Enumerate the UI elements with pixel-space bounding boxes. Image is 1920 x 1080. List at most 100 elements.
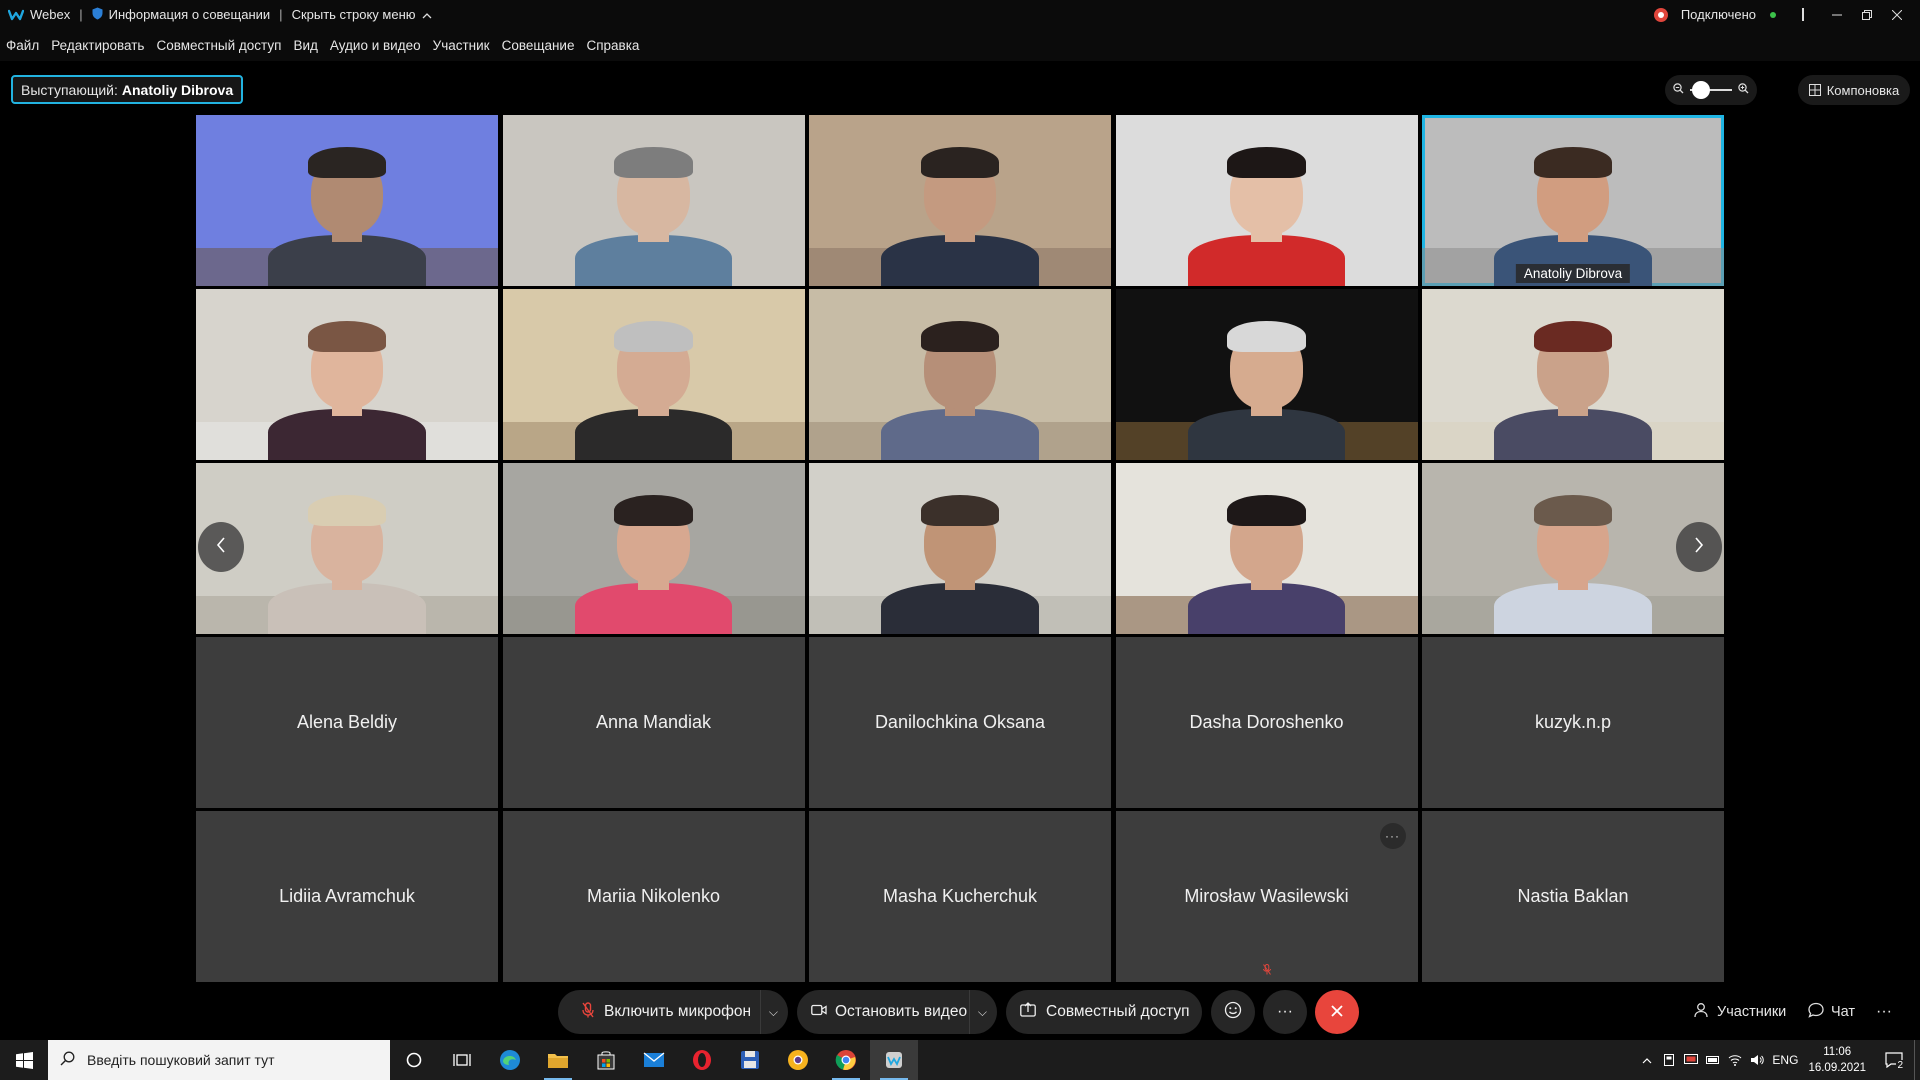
hide-menu-bar-button[interactable]: Скрыть строку меню <box>292 7 432 22</box>
system-tray: ENG 11:06 16.09.2021 2 <box>1636 1040 1920 1080</box>
shield-icon <box>92 7 103 23</box>
participant-video-tile[interactable] <box>502 115 805 286</box>
taskbar-chrome-canary[interactable] <box>774 1040 822 1080</box>
participant-body <box>268 582 426 634</box>
tray-screen-icon[interactable] <box>1680 1040 1702 1080</box>
more-options-button[interactable]: ··· <box>1263 990 1307 1034</box>
next-page-button[interactable] <box>1676 522 1722 572</box>
panel-more-options-button[interactable]: ··· <box>1876 992 1892 1032</box>
show-desktop-button[interactable] <box>1914 1040 1920 1080</box>
reactions-button[interactable] <box>1211 990 1255 1034</box>
participant-hair <box>614 147 693 179</box>
wifi-icon[interactable] <box>1724 1040 1746 1080</box>
participant-video-tile[interactable] <box>502 463 805 634</box>
edge-browser-icon <box>500 1050 520 1070</box>
participants-panel-button[interactable]: Участники <box>1694 992 1786 1032</box>
participant-name-tile[interactable]: Dasha Doroshenko <box>1115 637 1418 808</box>
menu-edit[interactable]: Редактировать <box>51 38 144 53</box>
separator <box>1802 8 1804 21</box>
previous-page-button[interactable] <box>198 522 244 572</box>
participant-hair <box>307 495 387 527</box>
battery-icon[interactable] <box>1702 1040 1724 1080</box>
tile-more-options-button[interactable]: ··· <box>1379 823 1406 849</box>
unmute-label: Включить микрофон <box>604 1003 752 1020</box>
menu-help[interactable]: Справка <box>586 38 639 53</box>
minimize-button[interactable] <box>1822 0 1852 29</box>
participant-name-tile[interactable]: Masha Kucherchuk <box>809 811 1111 982</box>
audio-options-chevron-icon[interactable]: ⌵ <box>759 990 788 1034</box>
share-content-button[interactable]: Совместный доступ <box>1006 990 1202 1034</box>
connection-status[interactable]: Подключено <box>1653 7 1776 22</box>
zoom-slider[interactable] <box>1690 81 1732 99</box>
close-window-button[interactable] <box>1882 0 1912 29</box>
menu-view[interactable]: Вид <box>293 38 317 53</box>
participant-name-tile[interactable]: kuzyk.n.p <box>1422 637 1724 808</box>
participant-hair <box>1227 321 1306 353</box>
chat-panel-button[interactable]: Чат <box>1808 992 1855 1032</box>
taskbar-webex[interactable] <box>870 1040 918 1080</box>
zoom-out-icon[interactable] <box>1673 81 1684 99</box>
participant-video-tile[interactable] <box>809 463 1111 634</box>
participant-video-tile[interactable] <box>809 289 1111 460</box>
participant-name-tile[interactable]: Mariia Nikolenko <box>502 811 805 982</box>
taskbar-store[interactable] <box>582 1040 630 1080</box>
participant-video-tile[interactable] <box>502 289 805 460</box>
leave-meeting-button[interactable] <box>1315 990 1359 1034</box>
cortana-button[interactable] <box>390 1040 438 1080</box>
menu-participant[interactable]: Участник <box>433 38 490 53</box>
video-options-chevron-icon[interactable]: ⌵ <box>968 990 997 1034</box>
meeting-info-button[interactable]: Информация о совещании <box>92 7 270 23</box>
restore-button[interactable] <box>1852 0 1882 29</box>
participant-name: Danilochkina Oksana <box>874 712 1046 732</box>
restore-icon <box>1862 9 1872 20</box>
participant-name-tile[interactable]: Mirosław Wasilewski ··· <box>1115 811 1418 982</box>
participant-video-tile[interactable] <box>809 115 1111 286</box>
menu-file[interactable]: Файл <box>6 38 39 53</box>
participant-name-tile[interactable]: Lidiia Avramchuk <box>196 811 498 982</box>
minimize-icon <box>1832 14 1842 15</box>
unmute-button[interactable]: Включить микрофон ⌵ <box>558 990 788 1034</box>
taskbar-chrome[interactable] <box>822 1040 870 1080</box>
volume-icon[interactable] <box>1746 1040 1768 1080</box>
participant-video-tile[interactable] <box>196 289 498 460</box>
active-speaker-badge[interactable]: Выступающий: Anatoliy Dibrova <box>11 75 244 104</box>
taskbar-search-input[interactable]: Введіть пошуковий запит тут <box>48 1040 390 1080</box>
taskbar-opera[interactable] <box>678 1040 726 1080</box>
taskbar-mail[interactable] <box>630 1040 678 1080</box>
zoom-in-icon[interactable] <box>1738 81 1749 99</box>
taskbar-edge[interactable] <box>486 1040 534 1080</box>
participant-name: kuzyk.n.p <box>1534 712 1612 732</box>
participant-video-tile[interactable] <box>196 115 498 286</box>
stop-video-button[interactable]: Остановить видео ⌵ <box>797 990 997 1034</box>
participant-name-tile[interactable]: Danilochkina Oksana <box>809 637 1111 808</box>
taskbar-file-explorer[interactable] <box>534 1040 582 1080</box>
participant-video-tile[interactable] <box>1422 289 1724 460</box>
tray-device-icon[interactable] <box>1658 1040 1680 1080</box>
chrome-canary-icon <box>788 1050 808 1070</box>
participant-video-tile[interactable] <box>1115 115 1418 286</box>
taskbar-clock[interactable]: 11:06 16.09.2021 <box>1808 1044 1866 1076</box>
input-language-indicator[interactable]: ENG <box>1768 1040 1802 1080</box>
app-name: Webex <box>30 7 71 22</box>
menu-share[interactable]: Совместный доступ <box>156 38 281 53</box>
zoom-slider-handle[interactable] <box>1692 81 1710 99</box>
participant-video-tile[interactable] <box>1115 289 1418 460</box>
participant-name: Alena Beldiy <box>296 712 398 732</box>
notification-center-button[interactable]: 2 <box>1874 1040 1914 1080</box>
participant-name-tile[interactable]: Nastia Baklan <box>1422 811 1724 982</box>
task-view-button[interactable] <box>438 1040 486 1080</box>
start-button[interactable] <box>0 1040 48 1080</box>
separator: | <box>79 7 83 22</box>
participant-video-tile[interactable] <box>1115 463 1418 634</box>
participant-name-tile[interactable]: Alena Beldiy <box>196 637 498 808</box>
participant-name-tile[interactable]: Anna Mandiak <box>502 637 805 808</box>
taskbar-save-app[interactable] <box>726 1040 774 1080</box>
mail-envelope-icon <box>643 1052 665 1067</box>
layout-button[interactable]: Компоновка <box>1798 75 1910 105</box>
windows-logo-icon <box>15 1051 33 1069</box>
menu-meeting[interactable]: Совещание <box>502 38 575 53</box>
connection-status-label: Подключено <box>1680 7 1756 22</box>
menu-audio-video[interactable]: Аудио и видео <box>330 38 421 53</box>
show-hidden-icons-button[interactable] <box>1636 1040 1658 1080</box>
participant-video-tile[interactable]: Anatoliy Dibrova <box>1422 115 1724 286</box>
